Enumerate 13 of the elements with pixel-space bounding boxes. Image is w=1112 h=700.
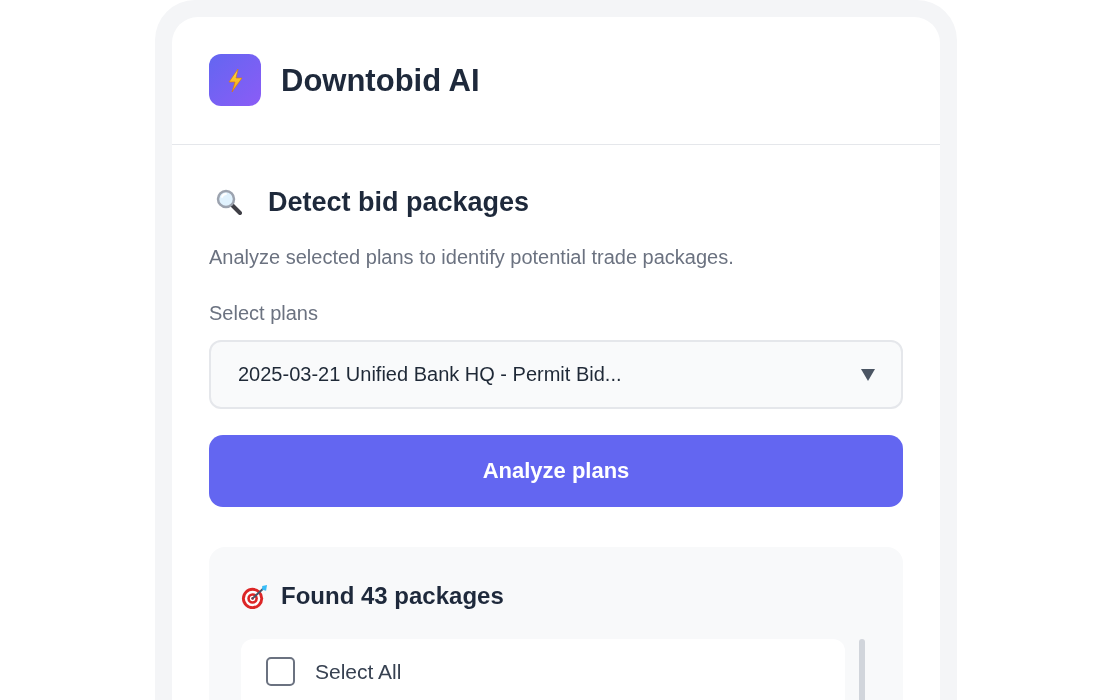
plan-select[interactable]: 2025-03-21 Unified Bank HQ - Permit Bid... [209,340,903,409]
section-heading: Detect bid packages [268,186,530,219]
app-title: Downtobid AI [281,61,480,100]
section-description: Analyze selected plans to identify potential trade packages. [209,245,734,270]
lightning-logo-icon [209,53,261,106]
field-label: Select plans [209,301,318,326]
results-heading: Found 43 packages [281,581,504,611]
checkbox[interactable] [266,657,295,686]
analyze-plans-button[interactable]: Analyze plans [209,435,903,507]
target-dart-icon [241,582,268,610]
select-all-label[interactable]: Select All [315,659,402,684]
magnifier-icon [216,189,242,215]
caret-icon [861,367,875,382]
